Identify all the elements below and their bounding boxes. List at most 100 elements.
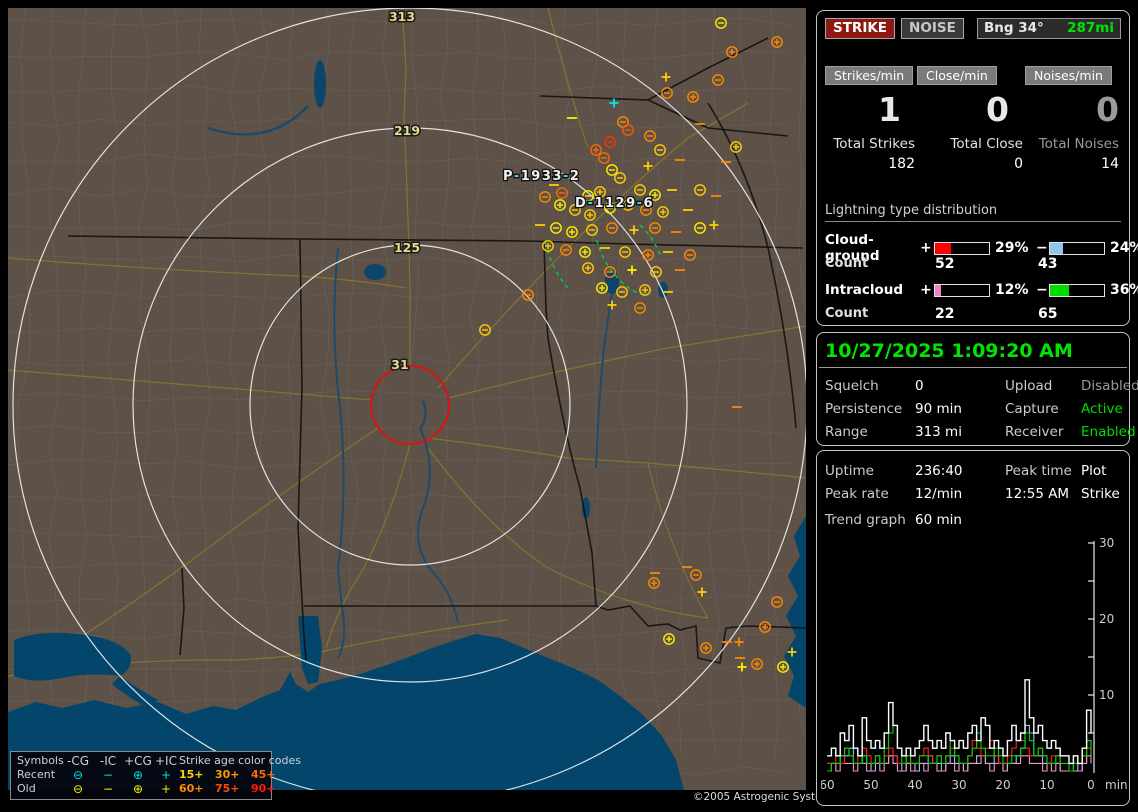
total-close-label: Total Close <box>950 136 1023 152</box>
ic-positive-bar <box>934 283 990 297</box>
cg-positive-count: 52 <box>935 256 955 272</box>
noise-indicator-button[interactable]: NOISE <box>901 18 964 39</box>
peak-time-label: Peak time <box>1005 463 1072 479</box>
svg-text:40: 40 <box>907 778 922 792</box>
legend-col-neg-ic: -IC <box>99 754 117 768</box>
storm-cell-label: D-1129-6 <box>575 196 654 211</box>
cg-negative-bar <box>1049 241 1105 255</box>
noises-per-min-value: 0 <box>1096 90 1119 129</box>
ic-negative-bar <box>1049 283 1105 297</box>
close-column: Close/min 0 Total Close 0 <box>917 65 1025 172</box>
persistence-label: Persistence <box>825 401 903 417</box>
ring-label-31: 31 <box>391 357 408 372</box>
capture-status: Active <box>1081 401 1123 417</box>
storm-cell-label: P-1933-2 <box>503 169 580 184</box>
statistics-panel: Uptime 236:40 Peak time Plot Peak rate 1… <box>816 450 1130 806</box>
age-75: 75+ <box>215 782 240 795</box>
squelch-label: Squelch <box>825 378 879 394</box>
svg-text:20: 20 <box>995 778 1010 792</box>
bearing-value: Bng 34° <box>984 20 1044 36</box>
trend-graph-value: 60 min <box>915 512 962 528</box>
total-strikes-label: Total Strikes <box>833 136 915 152</box>
map-container: 313 219 125 31 P-1933-2 D-1129-6 ©2005 As… <box>8 8 843 804</box>
uptime-label: Uptime <box>825 463 874 479</box>
strikes-per-min-button[interactable]: Strikes/min <box>825 66 914 85</box>
svg-text:30: 30 <box>1099 537 1114 550</box>
peak-time-value: 12:55 AM <box>1005 486 1070 502</box>
distribution-title: Lightning type distribution <box>825 203 1121 222</box>
minus-icon: − <box>102 782 114 796</box>
count-label: Count <box>825 256 869 271</box>
trend-graph-label: Trend graph <box>825 512 906 528</box>
bearing-distance-display: Bng 34° 287mi <box>977 18 1121 39</box>
legend-col-pos-cg: +CG <box>124 754 152 768</box>
svg-text:30: 30 <box>951 778 966 792</box>
total-noises-label: Total Noises <box>1038 136 1119 152</box>
age-30: 30+ <box>215 768 240 781</box>
minus-sign: − <box>1036 282 1048 298</box>
squelch-value: 0 <box>915 378 924 394</box>
capture-label: Capture <box>1005 401 1059 417</box>
plus-icon: + <box>160 782 172 796</box>
strike-counter-panel: STRIKE NOISE Bng 34° 287mi Strikes/min 1… <box>816 10 1138 326</box>
intracloud-row: Intracloud + 12% − 36% <box>825 282 1138 298</box>
strike-indicator-button[interactable]: STRIKE <box>825 18 896 39</box>
close-per-min-button[interactable]: Close/min <box>917 66 997 85</box>
map-legend: Symbols -CG -IC +CG +IC Strike age color… <box>10 751 301 800</box>
strikes-per-min-value: 1 <box>878 90 901 129</box>
range-value: 313 mi <box>915 424 962 440</box>
age-45: 45+ <box>251 768 276 781</box>
cloud-ground-row: Cloud-ground + 29% − 24% <box>825 232 1138 264</box>
bar-fill <box>1050 242 1063 254</box>
total-close-value: 0 <box>1014 156 1023 172</box>
svg-text:10: 10 <box>1039 778 1054 792</box>
status-panel: 10/27/2025 1:09:20 AM Squelch 0 Upload D… <box>816 332 1138 446</box>
cg-positive-pct: 29% <box>995 240 1029 256</box>
lightning-map[interactable]: 313 219 125 31 P-1933-2 D-1129-6 <box>8 8 806 790</box>
peak-rate-label: Peak rate <box>825 486 889 502</box>
circle-plus-icon: ⊕ <box>132 768 144 782</box>
svg-text:20: 20 <box>1099 612 1114 626</box>
bar-fill <box>935 242 951 254</box>
total-strikes-value: 182 <box>888 156 915 172</box>
circle-minus-icon: ⊖ <box>72 782 84 796</box>
legend-age-header: Strike age color codes <box>179 754 301 767</box>
bar-fill <box>935 284 942 296</box>
cg-negative-count: 43 <box>1038 256 1058 272</box>
age-60: 60+ <box>179 782 204 795</box>
ic-positive-pct: 12% <box>995 282 1029 298</box>
stormtracker-app: 313 219 125 31 P-1933-2 D-1129-6 ©2005 As… <box>0 0 1138 812</box>
cloud-ground-counts: Count 52 43 <box>825 256 1121 272</box>
legend-old-label: Old <box>17 782 36 795</box>
ic-negative-count: 65 <box>1038 306 1058 322</box>
plus-sign: + <box>920 240 932 256</box>
legend-col-pos-ic: +IC <box>155 754 177 768</box>
noises-column: Noises/min 0 Total Noises 14 <box>1025 65 1121 172</box>
minus-sign: − <box>1036 240 1048 256</box>
ring-label-219: 219 <box>394 123 420 138</box>
count-label: Count <box>825 306 869 321</box>
svg-text:0: 0 <box>1087 778 1095 792</box>
legend-symbols-header: Symbols <box>17 754 64 767</box>
minus-icon: − <box>102 768 114 782</box>
noises-per-min-button[interactable]: Noises/min <box>1025 66 1112 85</box>
lightning-distribution: Lightning type distribution Cloud-ground… <box>825 203 1138 322</box>
svg-text:50: 50 <box>863 778 878 792</box>
plus-sign: + <box>920 282 932 298</box>
legend-col-neg-cg: -CG <box>66 754 89 768</box>
cg-negative-pct: 24% <box>1110 240 1138 256</box>
uptime-value: 236:40 <box>915 463 963 479</box>
cg-positive-bar <box>934 241 990 255</box>
peak-rate-value: 12/min <box>915 486 963 502</box>
age-15: 15+ <box>179 768 204 781</box>
close-per-min-value: 0 <box>986 90 1009 129</box>
bar-fill <box>1050 284 1070 296</box>
datetime-display: 10/27/2025 1:09:20 AM <box>825 340 1073 362</box>
age-90: 90+ <box>251 782 276 795</box>
svg-text:min: min <box>1105 778 1127 792</box>
total-noises-value: 14 <box>1101 156 1119 172</box>
strikes-column: Strikes/min 1 Total Strikes 182 <box>825 65 917 172</box>
circle-minus-icon: ⊖ <box>72 768 84 782</box>
ic-positive-count: 22 <box>935 306 955 322</box>
range-label: Range <box>825 424 868 440</box>
